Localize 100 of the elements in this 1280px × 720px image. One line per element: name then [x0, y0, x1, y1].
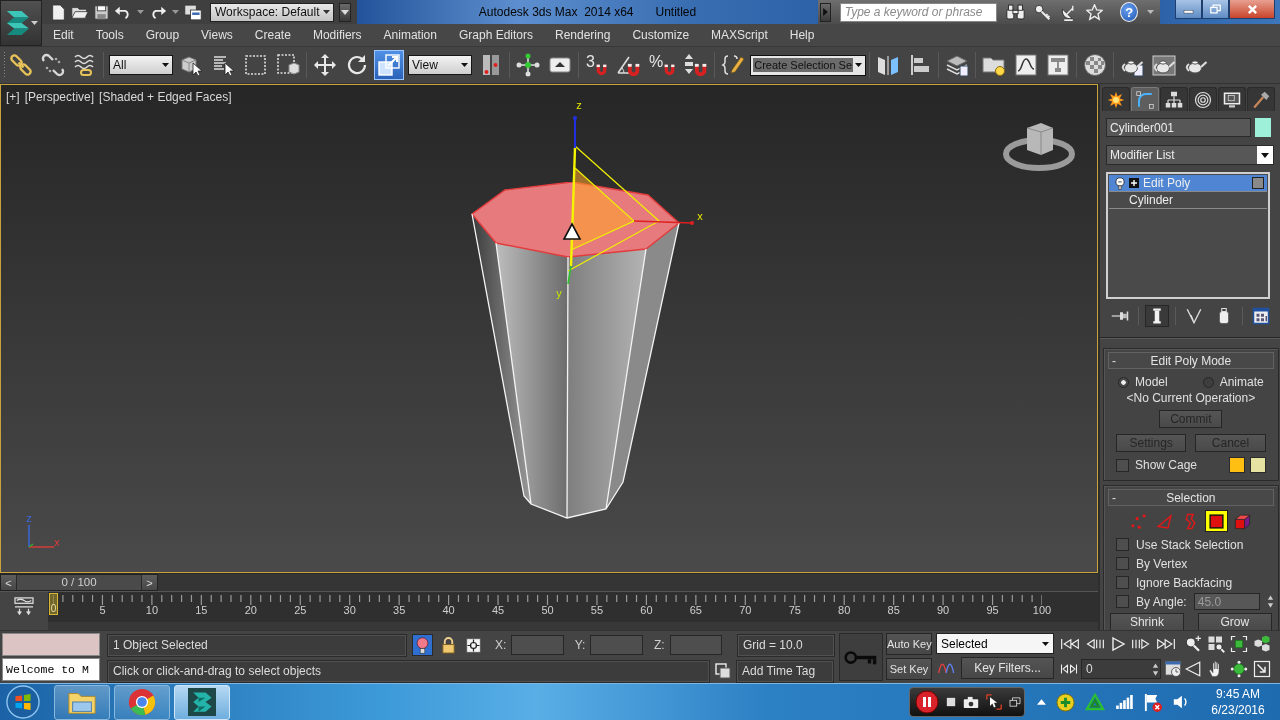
play-icon[interactable] — [1110, 636, 1126, 652]
close-button[interactable] — [1229, 0, 1275, 19]
rollout-button[interactable]: Grow — [1197, 613, 1272, 630]
spinner-arrows-icon[interactable] — [1266, 594, 1274, 609]
checkbox-option[interactable]: Ignore Backfacing — [1108, 573, 1274, 592]
clock-date[interactable]: 6/23/2016 — [1211, 702, 1265, 718]
next-frame-icon[interactable] — [1131, 637, 1151, 651]
window-squares-icon[interactable] — [715, 663, 731, 679]
menu-item[interactable]: Customize — [621, 25, 701, 45]
restore-icon[interactable] — [1009, 697, 1021, 707]
mini-curve-editor-icon[interactable] — [13, 597, 35, 615]
percent-snap-button[interactable]: % — [646, 50, 680, 80]
key-icon[interactable] — [1034, 3, 1052, 21]
radio-option[interactable]: Animate — [1202, 374, 1264, 390]
field-of-view-icon[interactable] — [1184, 660, 1202, 678]
radio-button[interactable] — [1202, 376, 1214, 388]
object-color-swatch-icon[interactable] — [1255, 118, 1271, 137]
application-button[interactable] — [0, 0, 42, 46]
snap-button[interactable]: 3 — [582, 50, 612, 80]
taskbar-app-button[interactable] — [54, 684, 110, 720]
restore-button[interactable] — [1202, 0, 1229, 19]
cylinder-mesh[interactable] — [470, 182, 682, 522]
square-toggle-icon[interactable] — [1252, 177, 1264, 189]
radio-button[interactable] — [1118, 376, 1129, 388]
toolbar-dropdown[interactable]: View — [408, 55, 472, 75]
coordinate-field[interactable] — [669, 635, 722, 655]
project-folder-icon[interactable] — [184, 3, 202, 21]
object-name-field[interactable]: Cylinder001 — [1106, 118, 1251, 137]
menu-item[interactable]: Tools — [84, 25, 135, 45]
time-slider-track[interactable]: < 0 / 100 > — [0, 573, 1098, 592]
zoom-extents-icon[interactable] — [1230, 635, 1248, 653]
coordinate-field[interactable] — [590, 635, 643, 655]
menu-item[interactable]: Animation — [372, 25, 448, 45]
selection-set-field[interactable]: Create Selection Se — [750, 54, 867, 76]
modifier-list-dropdown[interactable]: Modifier List — [1106, 145, 1274, 165]
binoculars-icon[interactable] — [1006, 4, 1026, 20]
tray-arrow-icon[interactable] — [1037, 699, 1046, 705]
panel-tab[interactable] — [1189, 87, 1217, 111]
checkbox[interactable] — [1116, 538, 1129, 551]
toolbar-dropdown[interactable]: All — [109, 55, 173, 75]
collapse-button[interactable]: - — [1109, 490, 1123, 505]
signal-bars-icon[interactable] — [1115, 695, 1133, 709]
coordinate-field[interactable] — [511, 635, 564, 655]
key-filters-button[interactable]: Key Filters... — [961, 657, 1054, 679]
save-icon[interactable] — [94, 4, 109, 20]
menu-item[interactable]: Views — [190, 25, 244, 45]
new-file-icon[interactable] — [51, 3, 66, 21]
panel-tab[interactable] — [1160, 87, 1188, 111]
minimize-button[interactable] — [1175, 0, 1202, 19]
rollout-button[interactable]: Shrink — [1110, 613, 1184, 630]
viewport-label[interactable]: [Shaded + Edged Faces] — [99, 90, 232, 104]
maximize-viewport-icon[interactable] — [1253, 660, 1271, 678]
viewport-label[interactable]: [Perspective] — [24, 90, 95, 104]
add-time-tag-button[interactable]: Add Time Tag — [736, 659, 834, 683]
plus-circle-icon[interactable] — [1056, 692, 1075, 712]
open-folder-icon[interactable] — [71, 4, 89, 20]
cage-color-swatch-icon[interactable] — [1228, 457, 1245, 473]
checkbox-option[interactable]: By Angle: 45.0 — [1108, 592, 1274, 611]
clock-time[interactable]: 9:45 AM — [1216, 686, 1260, 702]
collapse-button[interactable]: - — [1109, 353, 1123, 368]
panel-tab[interactable] — [1102, 87, 1130, 111]
polygon-level-button[interactable] — [1205, 510, 1229, 532]
search-field[interactable]: Type a keyword or phrase — [839, 2, 998, 22]
menu-item[interactable]: Edit — [42, 25, 85, 45]
isolate-toggle-button[interactable] — [412, 634, 433, 656]
undo-icon[interactable] — [114, 5, 132, 19]
zoom-extents-all-icon[interactable] — [1253, 635, 1271, 653]
menu-item[interactable]: Create — [243, 25, 302, 45]
auto-key-button[interactable]: Auto Key — [886, 633, 932, 655]
checkbox-option[interactable]: Show Cage — [1116, 458, 1198, 472]
spinner-arrows-icon[interactable] — [1152, 661, 1159, 677]
go-to-start-icon[interactable] — [1060, 637, 1080, 651]
time-slider-thumb[interactable]: < 0 / 100 > — [0, 574, 158, 591]
expand-search-button[interactable] — [820, 2, 831, 22]
panel-tab[interactable] — [1218, 87, 1246, 111]
workspace-dropdown[interactable]: Workspace: Default — [210, 2, 334, 22]
zoom-icon[interactable] — [1184, 635, 1202, 653]
zoom-all-icon[interactable] — [1207, 635, 1225, 653]
flag-icon[interactable] — [1143, 692, 1162, 712]
key-mode-icon[interactable] — [1060, 662, 1078, 676]
current-frame-field[interactable]: 0 — [1081, 659, 1161, 679]
start-orb-icon[interactable] — [6, 685, 40, 719]
speaker-icon[interactable] — [1172, 693, 1190, 711]
go-to-end-icon[interactable] — [1156, 637, 1176, 651]
listener-output-field[interactable]: Welcome to M — [2, 658, 100, 681]
time-configuration-icon[interactable] — [1164, 660, 1182, 678]
radio-option[interactable]: Model — [1118, 374, 1168, 390]
key-set-dropdown[interactable]: Selected — [936, 633, 1054, 654]
move-gizmo[interactable] — [562, 116, 694, 285]
checkbox-option[interactable]: By Vertex — [1108, 554, 1274, 573]
previous-frame-icon[interactable] — [1085, 637, 1105, 651]
checkbox[interactable] — [1116, 595, 1129, 608]
menu-item[interactable]: Modifiers — [301, 25, 373, 45]
perspective-viewport[interactable]: [+] [Perspective] [Shaded + Edged Faces] z x y z x — [0, 84, 1098, 573]
menu-item[interactable]: Group — [134, 25, 191, 45]
viewport-label[interactable]: [+] — [6, 90, 20, 104]
menu-item[interactable]: Help — [778, 25, 826, 45]
menu-item[interactable]: Graph Editors — [447, 25, 544, 45]
stack-item[interactable]: Cylinder — [1109, 192, 1267, 209]
customize-toolbar-button[interactable] — [339, 2, 351, 22]
